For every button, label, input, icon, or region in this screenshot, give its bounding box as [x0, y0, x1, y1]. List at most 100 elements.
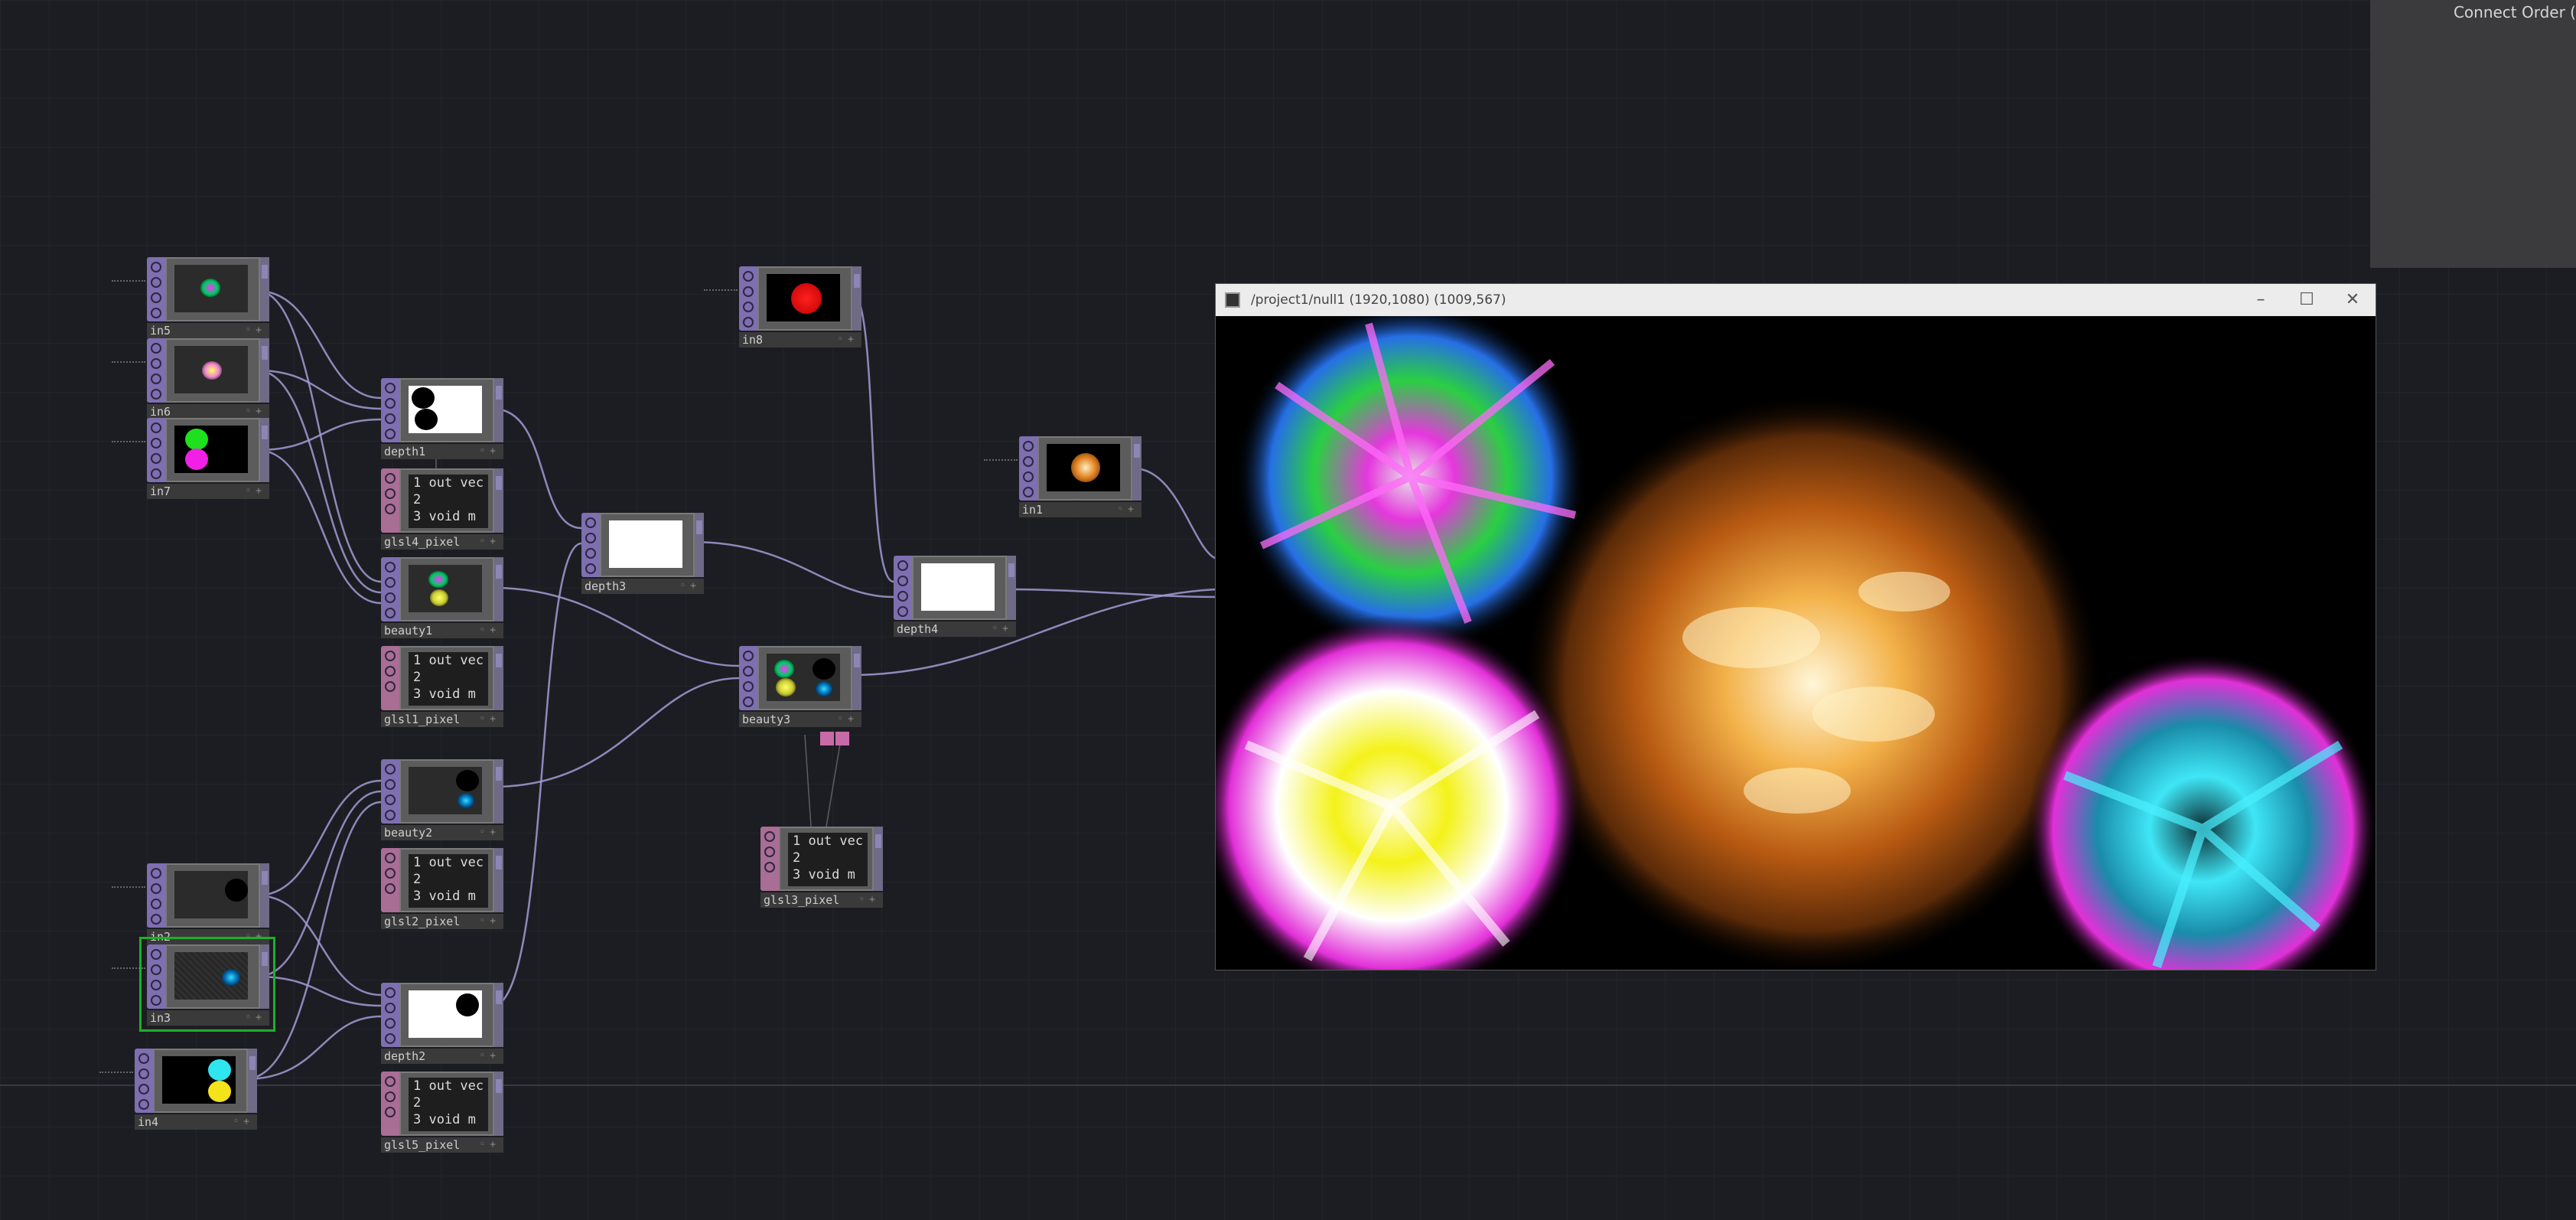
viewer-canvas[interactable]	[1216, 316, 2376, 970]
node-label[interactable]: in1 ◦+	[1019, 502, 1141, 517]
node-label[interactable]: in8 ◦+	[739, 332, 861, 347]
node-body[interactable]: 1 out vec 2 3 void m	[399, 468, 494, 533]
node-bar[interactable]	[381, 557, 399, 621]
node-output[interactable]	[874, 827, 883, 891]
node-output[interactable]	[260, 863, 269, 928]
close-button[interactable]: ✕	[2330, 284, 2376, 316]
node-bar[interactable]	[381, 759, 399, 824]
node-label[interactable]: glsl2_pixel ◦+	[381, 914, 503, 929]
node-bar[interactable]	[381, 646, 399, 710]
input-lead	[984, 459, 1018, 461]
node-output[interactable]	[494, 848, 503, 912]
node-body[interactable]	[165, 418, 260, 482]
node-bar[interactable]	[147, 418, 165, 482]
node-body[interactable]: 1 out vec 2 3 void m	[399, 646, 494, 710]
node-output[interactable]	[494, 557, 503, 621]
node-label[interactable]: glsl1_pixel ◦+	[381, 712, 503, 727]
node-output[interactable]	[695, 513, 704, 577]
node-body[interactable]: 1 out vec 2 3 void m	[779, 827, 874, 891]
node-body[interactable]	[1037, 436, 1132, 501]
node-label[interactable]: beauty1 ◦+	[381, 623, 503, 638]
node-output[interactable]	[494, 646, 503, 710]
node-bar[interactable]	[894, 556, 912, 620]
node-output[interactable]	[260, 257, 269, 321]
node-flags[interactable]	[820, 732, 851, 745]
input-lead	[704, 289, 738, 291]
node-output[interactable]	[260, 418, 269, 482]
node-label[interactable]: in6 ◦+	[147, 404, 269, 419]
node-output[interactable]	[260, 338, 269, 403]
node-label[interactable]: glsl3_pixel ◦+	[760, 892, 883, 908]
code-preview: 1 out vec 2 3 void m	[409, 854, 488, 908]
node-label[interactable]: glsl5_pixel ◦+	[381, 1137, 503, 1153]
node-bar[interactable]	[581, 513, 600, 577]
node-output[interactable]	[494, 378, 503, 442]
node-bar[interactable]	[147, 257, 165, 321]
node-output[interactable]	[248, 1049, 257, 1113]
node-bar[interactable]	[739, 266, 757, 331]
node-thumbnail	[409, 386, 482, 433]
node-label[interactable]: depth2 ◦+	[381, 1049, 503, 1064]
node-label[interactable]: in5 ◦+	[147, 323, 269, 338]
node-bar[interactable]	[381, 848, 399, 912]
node-body[interactable]	[600, 513, 695, 577]
node-body[interactable]	[165, 863, 260, 928]
node-bar[interactable]	[147, 338, 165, 403]
node-bar[interactable]	[381, 983, 399, 1047]
node-body[interactable]	[165, 944, 260, 1009]
input-lead	[99, 1072, 133, 1073]
node-bar[interactable]	[135, 1049, 153, 1113]
viewer-window[interactable]: /project1/null1 (1920,1080) (1009,567) –…	[1215, 283, 2376, 970]
node-output[interactable]	[852, 266, 861, 331]
viewer-title: /project1/null1 (1920,1080) (1009,567)	[1251, 292, 1506, 308]
minimize-button[interactable]: –	[2238, 284, 2284, 316]
node-body[interactable]	[153, 1049, 248, 1113]
node-thumbnail	[174, 265, 248, 312]
node-body[interactable]: 1 out vec 2 3 void m	[399, 848, 494, 912]
node-body[interactable]	[399, 759, 494, 824]
node-label[interactable]: depth4 ◦+	[894, 621, 1016, 637]
wire-depth2-depth3	[492, 542, 582, 1007]
node-bar[interactable]	[381, 1072, 399, 1136]
node-label[interactable]: beauty3 ◦+	[739, 712, 861, 727]
node-label[interactable]: depth3 ◦+	[581, 579, 704, 594]
viewer-titlebar[interactable]: /project1/null1 (1920,1080) (1009,567) –…	[1216, 284, 2376, 316]
node-output[interactable]	[494, 468, 503, 533]
node-bar[interactable]	[760, 827, 779, 891]
node-body[interactable]	[399, 983, 494, 1047]
node-output[interactable]	[494, 1072, 503, 1136]
node-bar[interactable]	[381, 378, 399, 442]
wire-glsl13-beauty3	[804, 734, 812, 827]
wire-beauty1-beauty3	[492, 586, 740, 667]
node-body[interactable]: 1 out vec 2 3 void m	[399, 1072, 494, 1136]
node-body[interactable]	[399, 378, 494, 442]
node-output[interactable]	[852, 646, 861, 710]
node-bar[interactable]	[147, 944, 165, 1009]
node-label[interactable]: in7 ◦+	[147, 484, 269, 499]
node-label[interactable]: glsl4_pixel ◦+	[381, 534, 503, 550]
render-output	[1216, 316, 2376, 970]
maximize-button[interactable]: ☐	[2284, 284, 2330, 316]
node-label[interactable]: in4 ◦+	[135, 1114, 257, 1130]
node-body[interactable]	[165, 338, 260, 403]
node-bar[interactable]	[1019, 436, 1037, 501]
node-bar[interactable]	[147, 863, 165, 928]
node-label[interactable]: beauty2 ◦+	[381, 825, 503, 840]
node-body[interactable]	[912, 556, 1007, 620]
node-bar[interactable]	[739, 646, 757, 710]
node-output[interactable]	[1007, 556, 1016, 620]
input-lead	[112, 886, 145, 888]
input-lead	[112, 441, 145, 442]
node-output[interactable]	[260, 944, 269, 1009]
node-output[interactable]	[494, 759, 503, 824]
node-output[interactable]	[494, 983, 503, 1047]
node-body[interactable]	[399, 557, 494, 621]
node-label[interactable]: in3 ◦+	[147, 1010, 269, 1026]
node-bar[interactable]	[381, 468, 399, 533]
node-body[interactable]	[757, 266, 852, 331]
node-body[interactable]	[165, 257, 260, 321]
node-body[interactable]	[757, 646, 852, 710]
node-output[interactable]	[1132, 436, 1141, 501]
node-thumbnail	[174, 426, 248, 473]
node-label[interactable]: depth1 ◦+	[381, 444, 503, 459]
